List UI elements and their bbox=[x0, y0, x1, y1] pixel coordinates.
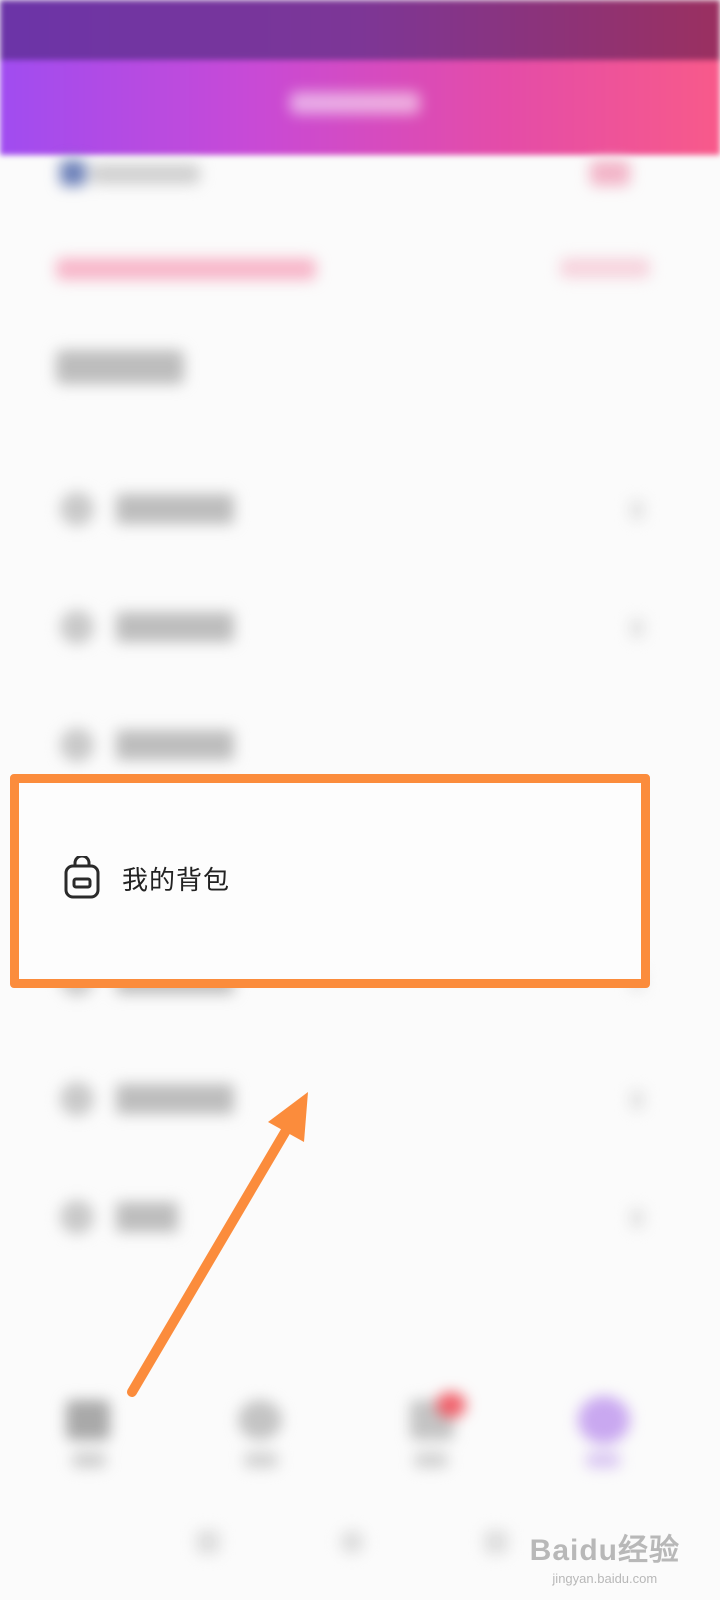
menu-item-my-backpack[interactable]: 我的背包 bbox=[50, 842, 610, 914]
promo-link-placeholder bbox=[560, 258, 650, 278]
notification-badge bbox=[436, 1392, 466, 1418]
watermark: Baidu经验 jingyan.baidu.com bbox=[530, 1525, 680, 1586]
nav-back-icon bbox=[484, 1530, 508, 1554]
menu-row-label bbox=[116, 730, 234, 760]
menu-row-icon bbox=[60, 1082, 94, 1116]
header-action-placeholder bbox=[590, 160, 630, 186]
chevron-right-icon bbox=[630, 618, 644, 638]
header-title-placeholder bbox=[290, 92, 420, 114]
section-title-placeholder bbox=[56, 350, 184, 384]
menu-item-label: 我的背包 bbox=[122, 865, 231, 896]
tab-bar-label bbox=[586, 1452, 620, 1468]
username-placeholder bbox=[90, 164, 200, 184]
chevron-right-icon bbox=[630, 1090, 644, 1110]
chevron-right-icon bbox=[630, 500, 644, 520]
menu-row-label bbox=[116, 1084, 234, 1114]
menu-row-icon bbox=[60, 728, 94, 762]
tab-bar-label bbox=[414, 1452, 448, 1468]
tab-bar-icon bbox=[238, 1400, 282, 1440]
promo-banner-placeholder bbox=[56, 258, 316, 280]
menu-row-label bbox=[116, 1202, 178, 1232]
watermark-url: jingyan.baidu.com bbox=[552, 1571, 658, 1586]
chevron-right-icon bbox=[630, 1208, 644, 1228]
menu-row-icon bbox=[60, 1200, 94, 1234]
tab-bar-icon-active bbox=[578, 1396, 630, 1444]
nav-menu-icon bbox=[196, 1530, 220, 1554]
menu-row-icon bbox=[60, 610, 94, 644]
nav-home-icon bbox=[340, 1530, 364, 1554]
tab-bar-label bbox=[72, 1452, 106, 1468]
avatar bbox=[60, 160, 86, 186]
tab-bar-icon bbox=[66, 1400, 110, 1440]
backpack-icon bbox=[64, 856, 100, 899]
tab-bar-label bbox=[244, 1452, 278, 1468]
menu-row-icon bbox=[60, 492, 94, 526]
menu-row-label bbox=[116, 612, 234, 642]
menu-row-label bbox=[116, 494, 234, 524]
watermark-logo-text: Baidu经验 bbox=[529, 1534, 680, 1567]
